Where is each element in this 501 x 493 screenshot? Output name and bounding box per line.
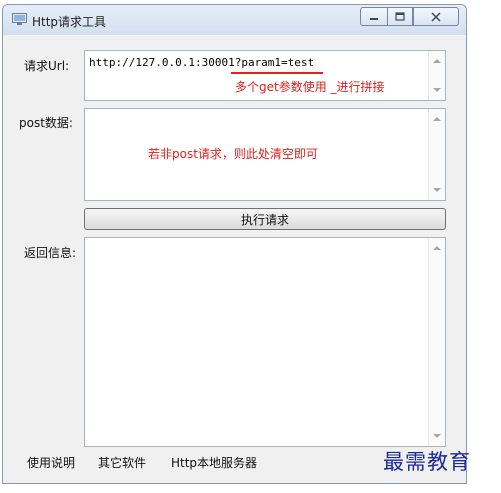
scroll-down-icon — [433, 88, 441, 92]
watermark-text: 最需教育 — [383, 450, 471, 474]
minimize-icon — [370, 17, 378, 20]
scroll-up-icon — [433, 59, 441, 63]
footer-link-instructions[interactable]: 使用说明 — [27, 454, 75, 471]
scroll-down-icon — [433, 434, 441, 438]
scroll-up-icon — [433, 117, 441, 121]
scroll-down-icon — [433, 188, 441, 192]
app-window: Http请求工具 请求Url: http://127.0.0.1:30001?p… — [2, 4, 467, 484]
response-label: 返回信息: — [24, 246, 77, 260]
minimize-button[interactable] — [360, 7, 388, 26]
close-button[interactable] — [413, 7, 459, 26]
param-underline — [231, 72, 323, 74]
maximize-icon — [395, 12, 405, 21]
title-bar[interactable]: Http请求工具 — [3, 5, 466, 35]
request-url-label: 请求Url: — [24, 59, 70, 73]
scroll-up-icon — [433, 246, 441, 250]
post-data-label: post数据: — [19, 116, 73, 130]
footer-link-other-software[interactable]: 其它软件 — [98, 454, 146, 471]
window-title: Http请求工具 — [32, 15, 107, 29]
request-url-scrollbar[interactable] — [428, 51, 445, 100]
app-icon — [12, 13, 27, 25]
response-scrollbar[interactable] — [428, 238, 445, 446]
execute-request-button[interactable]: 执行请求 — [84, 208, 446, 230]
maximize-button[interactable] — [387, 7, 413, 26]
url-annotation: 多个get参数使用 _进行拼接 — [235, 80, 385, 94]
response-output[interactable] — [84, 237, 446, 447]
request-url-value: http://127.0.0.1:30001?param1=test — [89, 56, 315, 69]
post-annotation: 若非post请求，则此处清空即可 — [148, 147, 318, 161]
footer-link-local-server[interactable]: Http本地服务器 — [171, 454, 257, 471]
post-data-scrollbar[interactable] — [428, 109, 445, 200]
close-icon — [431, 11, 441, 22]
